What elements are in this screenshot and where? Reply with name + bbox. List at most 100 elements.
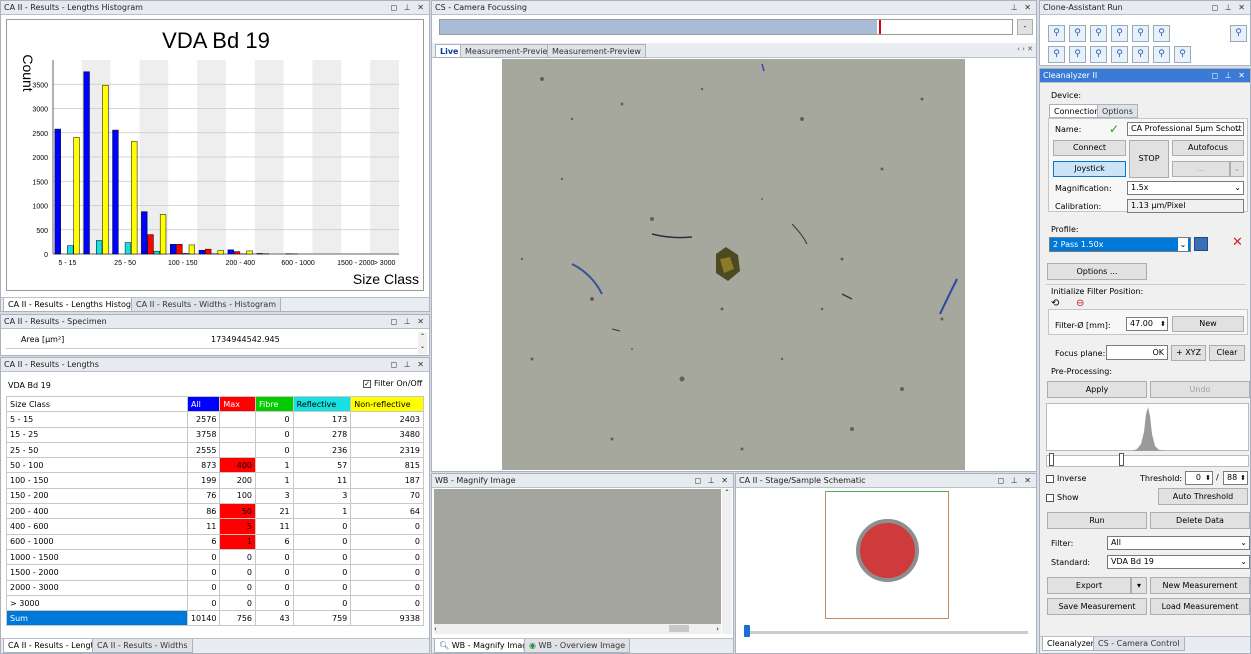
joystick-button[interactable]: Joystick xyxy=(1053,161,1126,177)
table-row[interactable]: 15 - 25 3758 0 278 3480 xyxy=(6,426,424,443)
table-row[interactable]: 2000 - 3000 0 0 0 0 0 xyxy=(6,579,424,596)
new-filter-button[interactable]: New xyxy=(1172,316,1244,332)
threshold-high-input[interactable]: 88 ⬍ xyxy=(1223,471,1248,485)
standard-select[interactable]: VDA Bd 19 ⌄ xyxy=(1107,555,1250,569)
auto-threshold-button[interactable]: Auto Threshold xyxy=(1158,488,1248,505)
clone-run-icon[interactable]: ⚲ xyxy=(1153,25,1170,42)
clone-settings-icon[interactable]: ⚲ xyxy=(1230,25,1247,42)
tab-measurement-preview-2[interactable]: Measurement-Preview xyxy=(547,44,646,58)
magnify-image[interactable] xyxy=(434,489,721,634)
stage-slider[interactable] xyxy=(744,631,1028,634)
column-header[interactable]: Max xyxy=(219,395,257,413)
load-measurement-button[interactable]: Load Measurement xyxy=(1150,598,1250,615)
table-row[interactable]: 200 - 400 86 50 21 1 64 xyxy=(6,503,424,520)
column-header[interactable]: Size Class xyxy=(6,395,188,413)
clear-button[interactable]: Clear xyxy=(1209,345,1245,361)
clone-run-icon[interactable]: ⚲ xyxy=(1048,46,1065,63)
clone-run-icon[interactable]: ⚲ xyxy=(1153,46,1170,63)
table-row[interactable]: 5 - 15 2576 0 173 2403 xyxy=(6,411,424,428)
clone-run-icon[interactable]: ⚲ xyxy=(1090,46,1107,63)
filter-select[interactable]: All ⌄ xyxy=(1107,536,1250,550)
ellipsis-button[interactable]: ... xyxy=(1172,161,1230,177)
focus-plane-field[interactable]: OK xyxy=(1106,345,1168,360)
table-row[interactable]: 100 - 150 199 200 1 11 187 xyxy=(6,472,424,489)
profile-select[interactable]: 2 Pass 1.50x ⌄ xyxy=(1049,237,1191,252)
panel-controls[interactable]: ◻ ⊥ ✕ xyxy=(391,315,426,329)
new-measurement-button[interactable]: New Measurement xyxy=(1150,577,1250,594)
show-checkbox[interactable]: Show xyxy=(1046,493,1079,502)
save-measurement-button[interactable]: Save Measurement xyxy=(1047,598,1147,615)
table-row[interactable]: > 3000 0 0 0 0 0 xyxy=(6,594,424,612)
undo-button[interactable]: Undo xyxy=(1150,381,1250,398)
panel-controls[interactable]: ◻ ⊥ ✕ xyxy=(391,358,426,372)
specimen-scrollbar[interactable]: ⌃ ⌄ xyxy=(418,332,427,354)
table-row[interactable]: 50 - 100 873 400 1 57 815 xyxy=(6,457,424,474)
sum-row[interactable]: Sum 10140 756 43 759 9338 xyxy=(6,610,424,627)
table-row[interactable]: 1500 - 2000 0 0 0 0 0 xyxy=(6,564,424,581)
panel-controls[interactable]: ◻ ⊥ ✕ xyxy=(695,474,730,488)
device-name-select[interactable]: CA Professional 5µm Schott ⌄ xyxy=(1127,122,1244,136)
tab-results-widths[interactable]: CA II - Results - Widths xyxy=(92,639,193,653)
threshold-slider-track[interactable] xyxy=(1046,455,1249,467)
table-row[interactable]: 1000 - 1500 0 0 0 0 0 xyxy=(6,548,424,566)
delete-profile-icon[interactable]: ✕ xyxy=(1232,235,1243,250)
filter-position-icon[interactable]: ⟲ xyxy=(1051,298,1059,309)
panel-controls[interactable]: ◻ ⊥ ✕ xyxy=(1212,69,1247,83)
tab-camera-control[interactable]: CS - Camera Control xyxy=(1093,637,1185,651)
options-button[interactable]: Options ... xyxy=(1047,263,1147,280)
tab-connection[interactable]: Connection xyxy=(1049,104,1105,118)
export-dropdown-button[interactable]: ▾ xyxy=(1131,577,1147,594)
table-row[interactable]: 150 - 200 76 100 3 3 70 xyxy=(6,487,424,505)
threshold-slider-right-thumb[interactable] xyxy=(1119,453,1124,466)
export-button[interactable]: Export xyxy=(1047,577,1131,594)
panel-controls[interactable]: ◻ ⊥ ✕ xyxy=(998,474,1033,488)
tab-scroll-controls[interactable]: ‹ › ✕ xyxy=(1017,45,1033,53)
run-button[interactable]: Run xyxy=(1047,512,1147,529)
tab-magnify-image[interactable]: 🔍︎ WB - Magnify Image xyxy=(434,639,538,653)
magnification-select[interactable]: 1.5x ⌄ xyxy=(1127,181,1244,195)
clone-run-icon[interactable]: ⚲ xyxy=(1048,25,1065,42)
column-header[interactable]: All xyxy=(186,395,221,413)
autofocus-button[interactable]: Autofocus xyxy=(1172,140,1244,156)
magnify-vscrollbar[interactable]: ⌃ xyxy=(722,489,732,634)
magnify-hscrollbar[interactable]: ‹ › xyxy=(434,624,721,634)
apply-button[interactable]: Apply xyxy=(1047,381,1147,398)
filter-diameter-input[interactable]: 47.00 ⬍ xyxy=(1126,317,1168,331)
clone-run-icon[interactable]: ⚲ xyxy=(1069,25,1086,42)
clone-run-icon[interactable]: ⚲ xyxy=(1174,46,1191,63)
clone-run-icon[interactable]: ⚲ xyxy=(1090,25,1107,42)
clone-run-icon[interactable]: ⚲ xyxy=(1069,46,1086,63)
panel-controls[interactable]: ◻ ⊥ ✕ xyxy=(391,1,426,15)
column-header[interactable]: Fibre xyxy=(255,395,294,413)
tab-lengths-histogram[interactable]: CA II - Results - Lengths Histogram xyxy=(3,298,152,311)
delete-data-button[interactable]: Delete Data xyxy=(1150,512,1250,529)
table-row[interactable]: 25 - 50 2555 0 236 2319 xyxy=(6,441,424,459)
table-row[interactable]: 600 - 1000 6 1 6 0 0 xyxy=(6,533,424,550)
ellipsis-dropdown[interactable]: ⌄ xyxy=(1230,161,1244,177)
xyz-button[interactable]: + XYZ xyxy=(1171,345,1206,361)
clone-run-icon[interactable]: ⚲ xyxy=(1111,46,1128,63)
column-header[interactable]: Reflective xyxy=(292,395,352,413)
panel-controls[interactable]: ◻ ⊥ ✕ xyxy=(1212,1,1247,15)
save-profile-icon[interactable] xyxy=(1194,237,1208,251)
tab-measurement-preview-1[interactable]: Measurement-Preview xyxy=(460,44,559,58)
camera-live-image[interactable] xyxy=(502,59,965,470)
panel-controls[interactable]: ⊥ ✕ xyxy=(1011,1,1033,15)
table-row[interactable]: 400 - 600 11 5 11 0 0 xyxy=(6,518,424,535)
tab-widths-histogram[interactable]: CA II - Results - Widths - Histogram xyxy=(131,298,282,311)
threshold-slider-left-thumb[interactable] xyxy=(1049,453,1054,466)
filter-reset-icon[interactable]: ⊖ xyxy=(1076,298,1084,309)
filter-onoff-checkbox[interactable]: ✓ Filter On/Off xyxy=(363,379,422,388)
stop-button[interactable]: STOP xyxy=(1129,140,1169,178)
clone-run-icon[interactable]: ⚲ xyxy=(1132,46,1149,63)
tab-overview-image[interactable]: ◉ WB - Overview Image xyxy=(524,639,631,653)
clone-run-icon[interactable]: ⚲ xyxy=(1111,25,1128,42)
tab-options[interactable]: Options xyxy=(1097,104,1138,118)
column-header[interactable]: Non-reflective xyxy=(350,395,424,413)
clone-run-icon[interactable]: ⚲ xyxy=(1132,25,1149,42)
inverse-checkbox[interactable]: Inverse xyxy=(1046,474,1086,483)
stage-slider-thumb[interactable] xyxy=(744,625,750,637)
threshold-low-input[interactable]: 0 ⬍ xyxy=(1185,471,1213,485)
connect-button[interactable]: Connect xyxy=(1053,140,1126,156)
focus-button[interactable]: - xyxy=(1017,19,1033,35)
